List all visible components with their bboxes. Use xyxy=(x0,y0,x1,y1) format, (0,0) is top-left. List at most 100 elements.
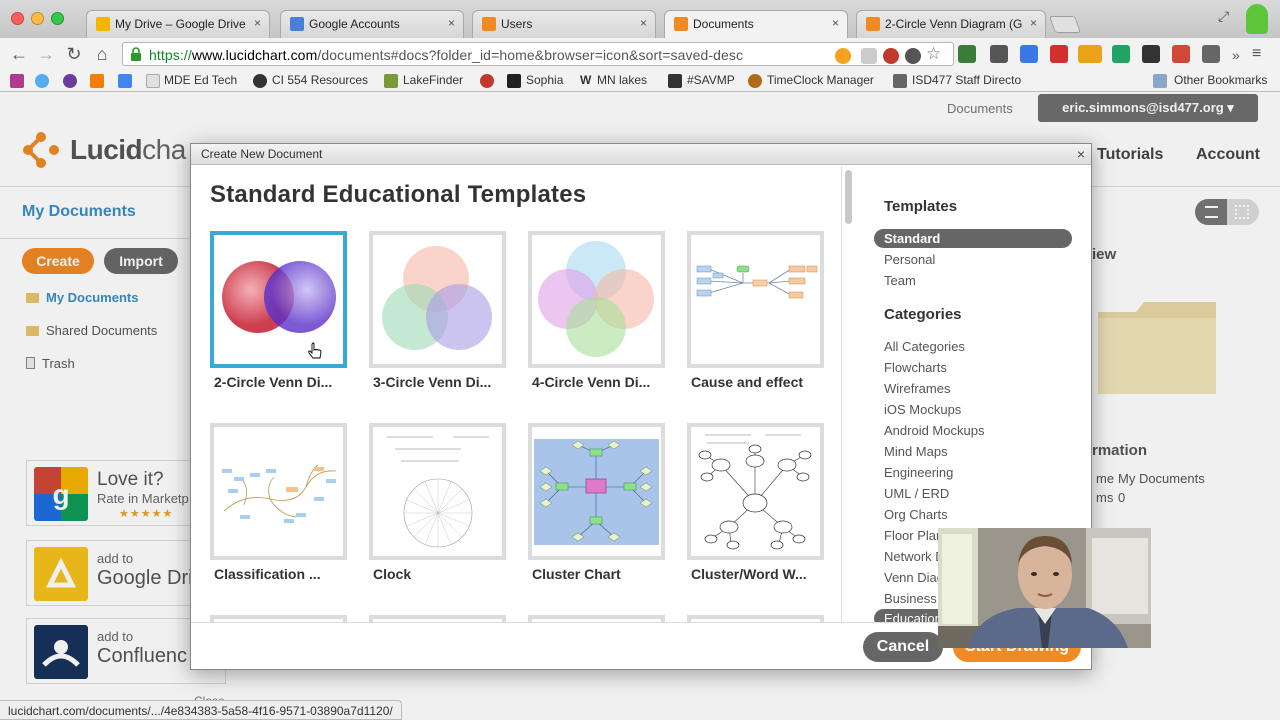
extension-icon[interactable] xyxy=(958,45,976,63)
extension-icon[interactable] xyxy=(1050,45,1068,63)
lightbulb-icon[interactable] xyxy=(905,48,921,64)
folder-icon xyxy=(1153,74,1167,88)
lucidchart-icon xyxy=(866,17,880,31)
red-icon[interactable] xyxy=(480,74,494,88)
lock-icon xyxy=(131,47,141,61)
scrollbar-thumb[interactable] xyxy=(845,170,852,224)
maximize-window-button[interactable] xyxy=(51,12,64,25)
close-tab-icon[interactable]: × xyxy=(254,16,261,30)
bookmark-link[interactable]: #SAVMP xyxy=(687,73,735,87)
bookmark-star-icon[interactable]: ☆ xyxy=(926,44,942,63)
dialog-titlebar: Create New Document × xyxy=(191,144,1091,165)
browser-tab[interactable]: My Drive – Google Drive × xyxy=(86,10,270,38)
extension-icon[interactable] xyxy=(990,45,1008,63)
adblock-icon[interactable] xyxy=(883,48,899,64)
sophia-icon xyxy=(507,74,521,88)
docs-icon[interactable] xyxy=(118,74,132,88)
back-button[interactable]: ← xyxy=(8,43,30,65)
category-item[interactable]: Android Mockups xyxy=(884,423,984,438)
template-type-standard[interactable]: Standard xyxy=(874,229,1072,248)
browser-tab[interactable]: Users × xyxy=(472,10,656,38)
browser-tab[interactable]: 2-Circle Venn Diagram (G × xyxy=(856,10,1046,38)
lucidchart-icon xyxy=(674,17,688,31)
close-tab-icon[interactable]: × xyxy=(640,16,647,30)
webcam-overlay xyxy=(938,528,1151,648)
bookmark-link[interactable]: Sophia xyxy=(526,73,563,87)
page-icon xyxy=(146,74,160,88)
page-action-icon[interactable] xyxy=(861,48,877,64)
category-item[interactable]: Mind Maps xyxy=(884,444,948,459)
tab-title: Users xyxy=(501,17,533,31)
extension-icon[interactable] xyxy=(1020,45,1038,63)
category-item[interactable]: All Categories xyxy=(884,339,965,354)
peace-icon[interactable] xyxy=(63,74,77,88)
profile-avatar-icon[interactable] xyxy=(1246,4,1268,34)
new-extension-icon[interactable] xyxy=(1078,45,1102,63)
close-window-button[interactable] xyxy=(11,12,24,25)
venn-2-thumbnail xyxy=(222,261,336,333)
twitter-icon[interactable] xyxy=(35,74,49,88)
category-item[interactable]: Flowcharts xyxy=(884,360,947,375)
url-text: https://www.lucidchart.com/documents#doc… xyxy=(149,47,744,63)
browser-tab-active[interactable]: Documents × xyxy=(664,10,848,38)
hand-cursor-icon xyxy=(308,342,322,359)
address-bar[interactable]: https://www.lucidchart.com/documents#doc… xyxy=(122,42,954,66)
category-item[interactable]: Wireframes xyxy=(884,381,950,396)
extension-icon[interactable] xyxy=(1142,45,1160,63)
drive-extension-icon[interactable] xyxy=(1112,45,1130,63)
browser-tab[interactable]: Google Accounts × xyxy=(280,10,464,38)
template-name: Classification ... xyxy=(214,566,321,582)
browser-tabstrip: My Drive – Google Drive × Google Account… xyxy=(0,0,1280,38)
savmp-icon xyxy=(668,74,682,88)
bookmark-link[interactable]: TimeClock Manager xyxy=(767,73,874,87)
more-extensions-icon[interactable]: » xyxy=(1232,47,1242,65)
gmail-icon[interactable] xyxy=(1172,45,1190,63)
template-thumbnail xyxy=(528,231,665,368)
new-tab-button[interactable] xyxy=(1048,16,1082,33)
close-tab-icon[interactable]: × xyxy=(448,16,455,30)
template-scrollbar[interactable] xyxy=(841,166,855,622)
template-grid: Standard Educational Templates 2-Circle … xyxy=(191,166,841,622)
reload-button[interactable]: ↻ xyxy=(63,43,85,65)
category-item[interactable]: UML / ERD xyxy=(884,486,949,501)
close-tab-icon[interactable]: × xyxy=(1030,16,1037,30)
bookmark-link[interactable]: MDE Ed Tech xyxy=(164,73,237,87)
template-name: Cluster Chart xyxy=(532,566,621,582)
templates-heading: Standard Educational Templates xyxy=(210,181,587,208)
dialog-title: Create New Document xyxy=(201,147,323,161)
clock-icon xyxy=(748,74,762,88)
minimize-window-button[interactable] xyxy=(31,12,44,25)
category-item[interactable]: Floor Plan xyxy=(884,528,943,543)
category-item[interactable]: Org Charts xyxy=(884,507,948,522)
isd-icon xyxy=(893,74,907,88)
home-button[interactable]: ⌂ xyxy=(91,43,113,65)
bookmark-icon[interactable] xyxy=(10,74,24,88)
blogger-icon[interactable] xyxy=(90,74,104,88)
extension-icon[interactable] xyxy=(1202,45,1220,63)
category-item[interactable]: Network D xyxy=(884,549,945,564)
template-type-personal[interactable]: Personal xyxy=(884,252,935,267)
template-name: 3-Circle Venn Di... xyxy=(373,374,492,390)
templates-section-title: Templates xyxy=(884,198,958,215)
forward-button[interactable]: → xyxy=(35,43,57,65)
template-type-team[interactable]: Team xyxy=(884,273,916,288)
dialog-close-icon[interactable]: × xyxy=(1077,146,1085,162)
bookmark-link[interactable]: LakeFinder xyxy=(403,73,463,87)
presenter-video-image xyxy=(938,528,1151,648)
other-bookmarks[interactable]: Other Bookmarks xyxy=(1174,73,1267,87)
menu-icon[interactable]: ≡ xyxy=(1252,45,1270,63)
category-item[interactable]: iOS Mockups xyxy=(884,402,961,417)
bookmark-link[interactable]: ISD477 Staff Directo xyxy=(912,73,1021,87)
cluster-chart-thumbnail xyxy=(534,439,659,545)
cancel-button[interactable]: Cancel xyxy=(863,632,943,662)
close-tab-icon[interactable]: × xyxy=(832,16,839,30)
lucidchart-icon xyxy=(482,17,496,31)
bookmark-link[interactable]: CI 554 Resources xyxy=(272,73,368,87)
category-item[interactable]: Venn Diag xyxy=(884,570,944,585)
bookmark-link[interactable]: MN lakes xyxy=(597,73,647,87)
fullscreen-icon[interactable]: ⤢ xyxy=(1218,8,1229,25)
feed-icon[interactable] xyxy=(835,48,851,64)
category-item[interactable]: Engineering xyxy=(884,465,953,480)
categories-section-title: Categories xyxy=(884,306,962,323)
s-icon xyxy=(253,74,267,88)
